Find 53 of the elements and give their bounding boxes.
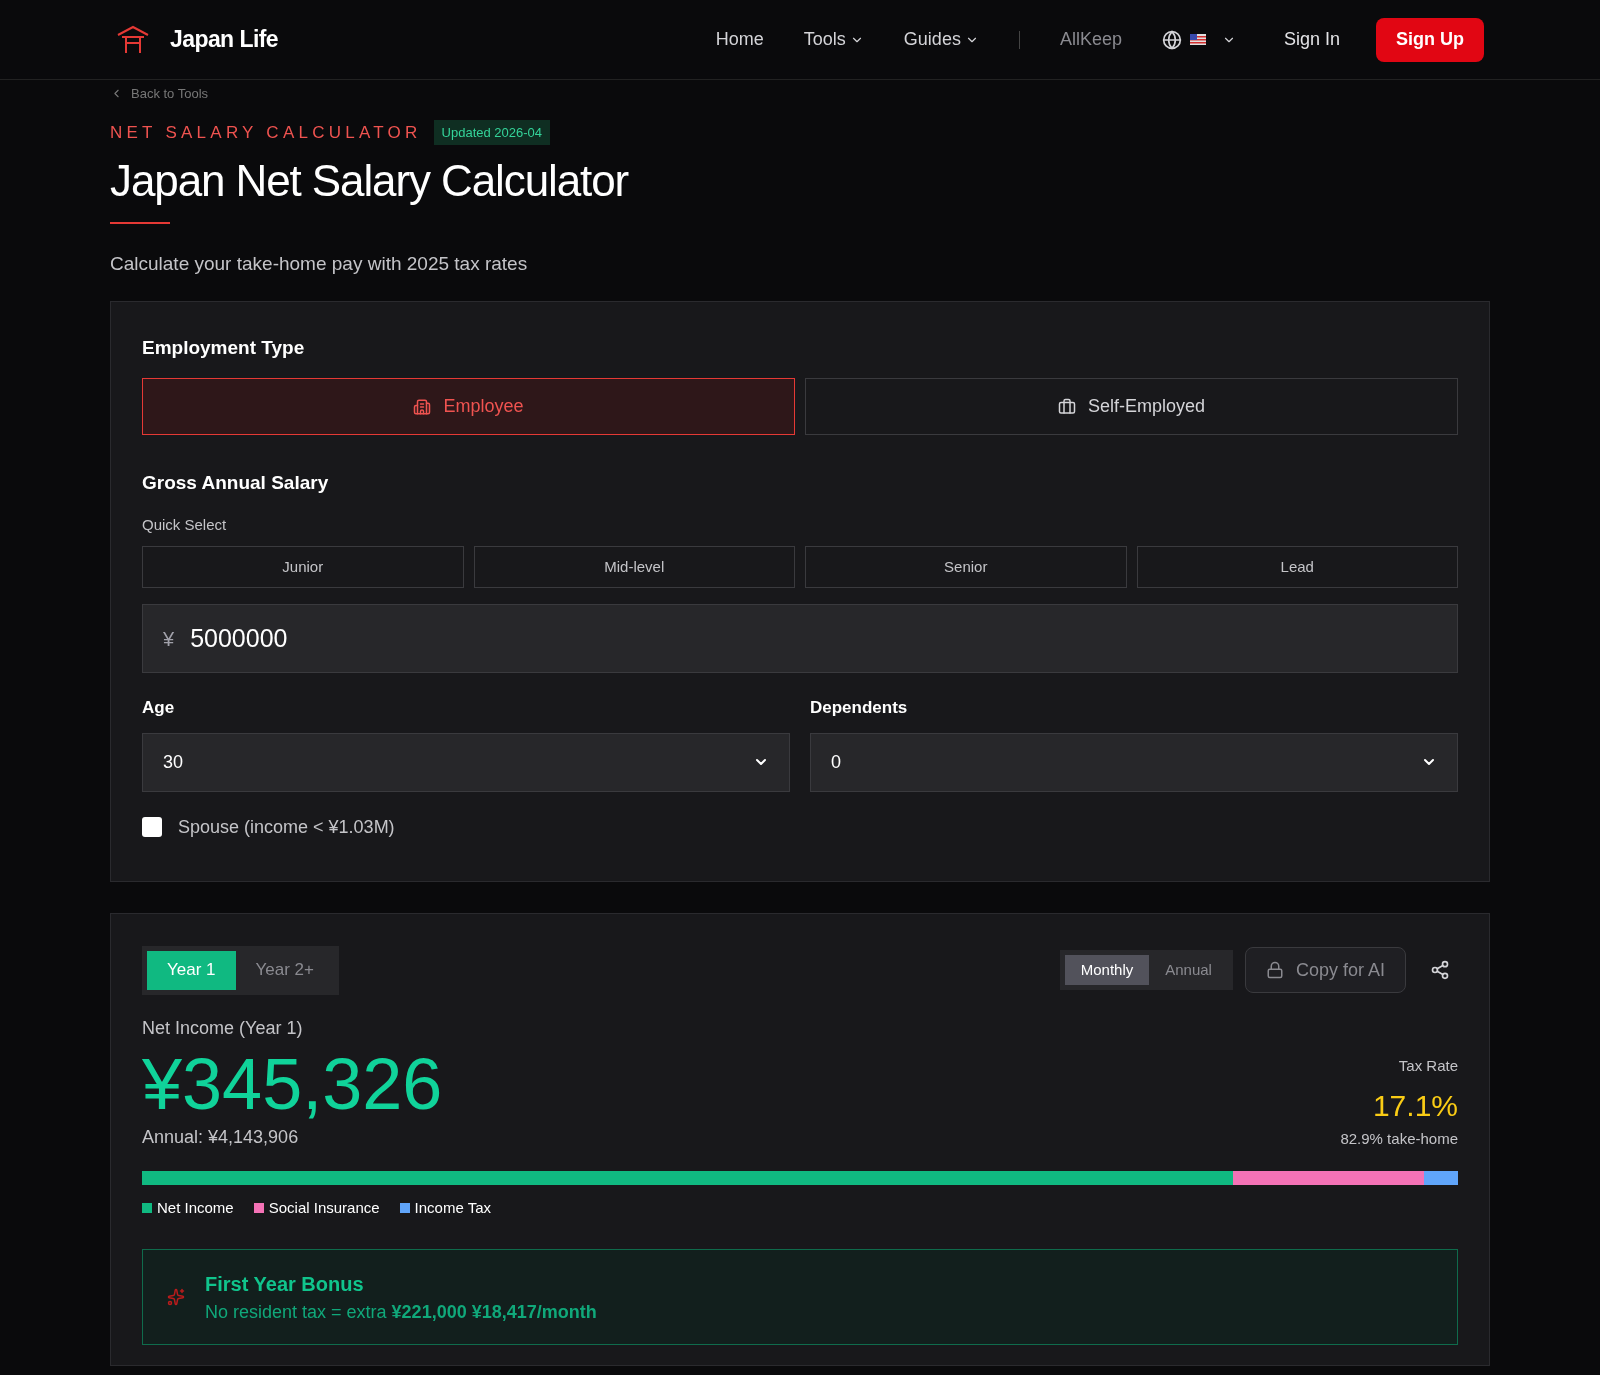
- select-field[interactable]: 30: [142, 732, 790, 792]
- sign-up-button[interactable]: Sign Up: [1376, 17, 1484, 62]
- field-label: Dependents: [810, 697, 909, 719]
- sign-in-link[interactable]: Sign In: [1263, 26, 1360, 53]
- take-home-share: 82.9% take-home: [1340, 1129, 1458, 1149]
- updated-badge: Updated 2026-04: [433, 119, 551, 145]
- preset-button[interactable]: Senior: [805, 546, 1127, 588]
- nav-link[interactable]: AllKeep: [1039, 26, 1142, 53]
- section-label: Gross Annual Salary: [142, 471, 330, 495]
- share-icon[interactable]: [1430, 960, 1450, 980]
- year-tab[interactable]: Year 2+: [235, 950, 334, 990]
- logo-text[interactable]: Japan Life: [170, 22, 278, 57]
- bonus-text: No resident tax = extra ¥221,000 ¥18,417/month: [205, 1300, 597, 1324]
- copy-button[interactable]: Copy for AI: [1244, 947, 1406, 993]
- legend-label: Income Tax: [414, 1197, 492, 1218]
- nav-link[interactable]: Home: [695, 26, 784, 53]
- spouse-checkbox[interactable]: [142, 817, 162, 837]
- page-title: Japan Net Salary Calculator: [110, 155, 630, 207]
- tax-rate-label: Tax Rate: [1398, 1055, 1458, 1076]
- legend-label: Net Income: [157, 1197, 234, 1218]
- checkbox-label: Spouse (income < ¥1.03M): [178, 815, 395, 839]
- sparkle-icon: [167, 1288, 185, 1306]
- preset-button[interactable]: Mid-level: [473, 546, 795, 588]
- select-field[interactable]: 0: [810, 732, 1458, 792]
- bonus-title: First Year Bonus: [205, 1271, 365, 1297]
- briefcase-icon: [1057, 397, 1076, 416]
- back-link[interactable]: Back to Tools: [110, 84, 209, 104]
- lock-icon: [1265, 961, 1284, 979]
- legend-label: Social Insurance: [268, 1197, 380, 1218]
- employment-option[interactable]: Self-Employed: [805, 378, 1458, 435]
- net-income-label: Net Income (Year 1): [142, 1016, 304, 1040]
- employment-option[interactable]: Employee: [142, 378, 795, 435]
- field-label: Age: [142, 697, 176, 719]
- tax-rate-value: 17.1%: [1372, 1088, 1458, 1124]
- period-tab[interactable]: Annual: [1149, 955, 1228, 985]
- globe-icon: [1161, 29, 1182, 50]
- period-tab[interactable]: Monthly: [1064, 955, 1150, 985]
- nav-link[interactable]: Tools: [783, 26, 884, 53]
- field-label: Quick Select: [142, 514, 228, 535]
- net-income-value: ¥345,326: [142, 1047, 443, 1120]
- flag-icon: [1189, 34, 1206, 45]
- gate-icon: [116, 24, 150, 55]
- nav-link[interactable]: Guides: [883, 26, 999, 53]
- preset-button[interactable]: Junior: [142, 546, 464, 588]
- building-icon: [413, 397, 432, 416]
- currency-symbol: ¥: [163, 626, 175, 652]
- preset-button[interactable]: Lead: [1136, 546, 1458, 588]
- section-eyebrow: NET SALARY CALCULATOR: [110, 121, 422, 144]
- salary-value: 5000000: [190, 622, 288, 654]
- salary-field[interactable]: ¥ 5000000: [142, 604, 1458, 673]
- page-subtitle: Calculate your take-home pay with 2025 tax rates: [110, 252, 529, 276]
- section-label: Employment Type: [142, 335, 306, 360]
- annual-net-income: Annual: ¥4,143,906: [142, 1125, 300, 1149]
